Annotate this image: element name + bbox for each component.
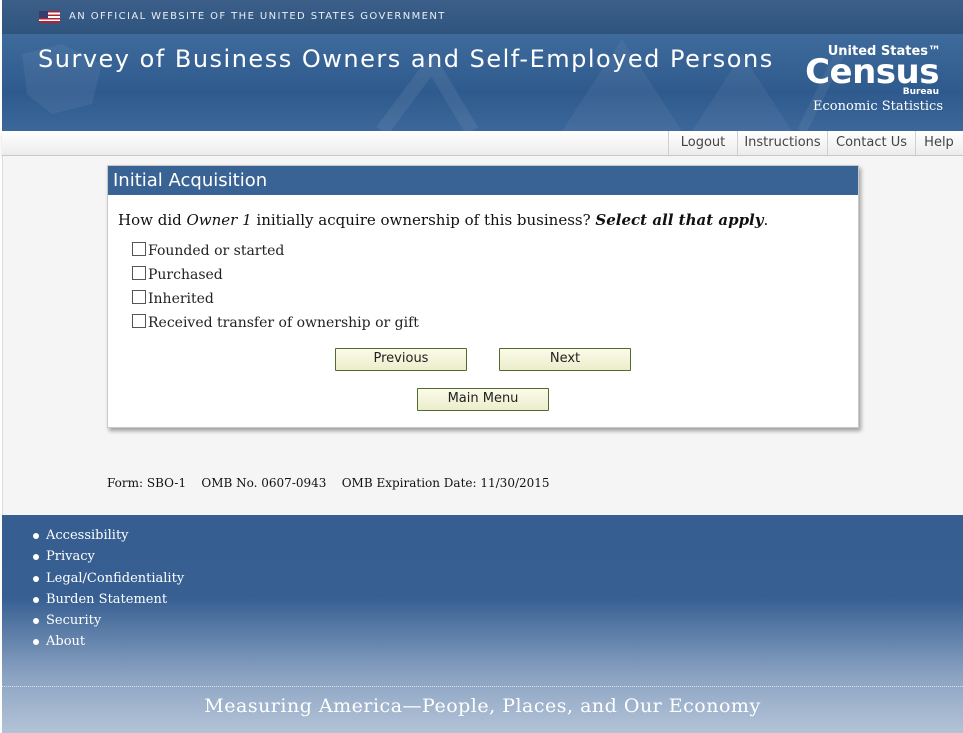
omb-expiration: OMB Expiration Date: 11/30/2015 (341, 476, 550, 490)
footer-link-legal[interactable]: Legal/Confidentiality (32, 568, 184, 589)
nav-contact-us[interactable]: Contact Us (827, 131, 915, 155)
gov-banner-text: AN OFFICIAL WEBSITE OF THE UNITED STATES… (69, 11, 446, 22)
form-number: Form: SBO-1 (107, 476, 187, 490)
panel-heading: Initial Acquisition (108, 166, 858, 195)
footer-tagline: Measuring America—People, Places, and Ou… (204, 695, 761, 717)
initial-acquisition-panel: Initial Acquisition How did Owner 1 init… (107, 165, 859, 428)
nav-logout[interactable]: Logout (668, 131, 737, 155)
inherited-checkbox[interactable] (132, 290, 146, 304)
footer-link-security[interactable]: Security (32, 610, 184, 631)
question-middle: initially acquire ownership of this busi… (251, 211, 596, 229)
footer-divider (2, 686, 963, 687)
omb-number: OMB No. 0607-0943 (201, 476, 327, 490)
previous-button[interactable]: Previous (335, 348, 467, 371)
option-transfer-gift[interactable]: Received transfer of ownership or gift (132, 314, 419, 331)
site-header: Survey of Business Owners and Self-Emplo… (2, 34, 963, 131)
nav-help[interactable]: Help (915, 131, 962, 155)
option-founded[interactable]: Founded or started (132, 242, 284, 259)
question-text: How did Owner 1 initially acquire owners… (118, 211, 768, 229)
question-suffix: . (763, 211, 769, 229)
footer-link-privacy[interactable]: Privacy (32, 546, 184, 567)
question-instruction: Select all that apply (595, 211, 764, 229)
option-purchased[interactable]: Purchased (132, 266, 223, 283)
transfer-gift-checkbox[interactable] (132, 314, 146, 328)
purchased-checkbox[interactable] (132, 266, 146, 280)
logo-bureau: Bureau (902, 87, 939, 97)
browser-page: AN OFFICIAL WEBSITE OF THE UNITED STATES… (0, 0, 963, 733)
nav-instructions[interactable]: Instructions (737, 131, 827, 155)
option-label: Inherited (148, 291, 214, 307)
logo-census: Census (805, 52, 939, 92)
form-info: Form: SBO-1 OMB No. 0607-0943 OMB Expira… (107, 476, 550, 490)
next-button[interactable]: Next (499, 348, 631, 371)
question-prefix: How did (118, 211, 187, 229)
question-owner: Owner 1 (186, 211, 252, 229)
option-label: Founded or started (148, 243, 285, 259)
site-title: Survey of Business Owners and Self-Emplo… (38, 45, 774, 73)
gov-banner: AN OFFICIAL WEBSITE OF THE UNITED STATES… (2, 0, 963, 34)
site-footer: Accessibility Privacy Legal/Confidential… (2, 515, 963, 733)
footer-link-about[interactable]: About (32, 631, 184, 652)
footer-links: Accessibility Privacy Legal/Confidential… (32, 525, 184, 653)
option-label: Purchased (148, 267, 223, 283)
main-menu-button[interactable]: Main Menu (417, 388, 549, 411)
option-inherited[interactable]: Inherited (132, 290, 214, 307)
footer-link-burden[interactable]: Burden Statement (32, 589, 184, 610)
founded-checkbox[interactable] (132, 242, 146, 256)
footer-link-accessibility[interactable]: Accessibility (32, 525, 184, 546)
logo-economic-statistics: Economic Statistics (813, 99, 943, 114)
us-flag-icon (39, 11, 60, 23)
census-logo[interactable]: United States™ Census Bureau Economic St… (805, 42, 945, 127)
option-label: Received transfer of ownership or gift (148, 315, 419, 331)
top-nav: Logout Instructions Contact Us Help (2, 131, 963, 156)
